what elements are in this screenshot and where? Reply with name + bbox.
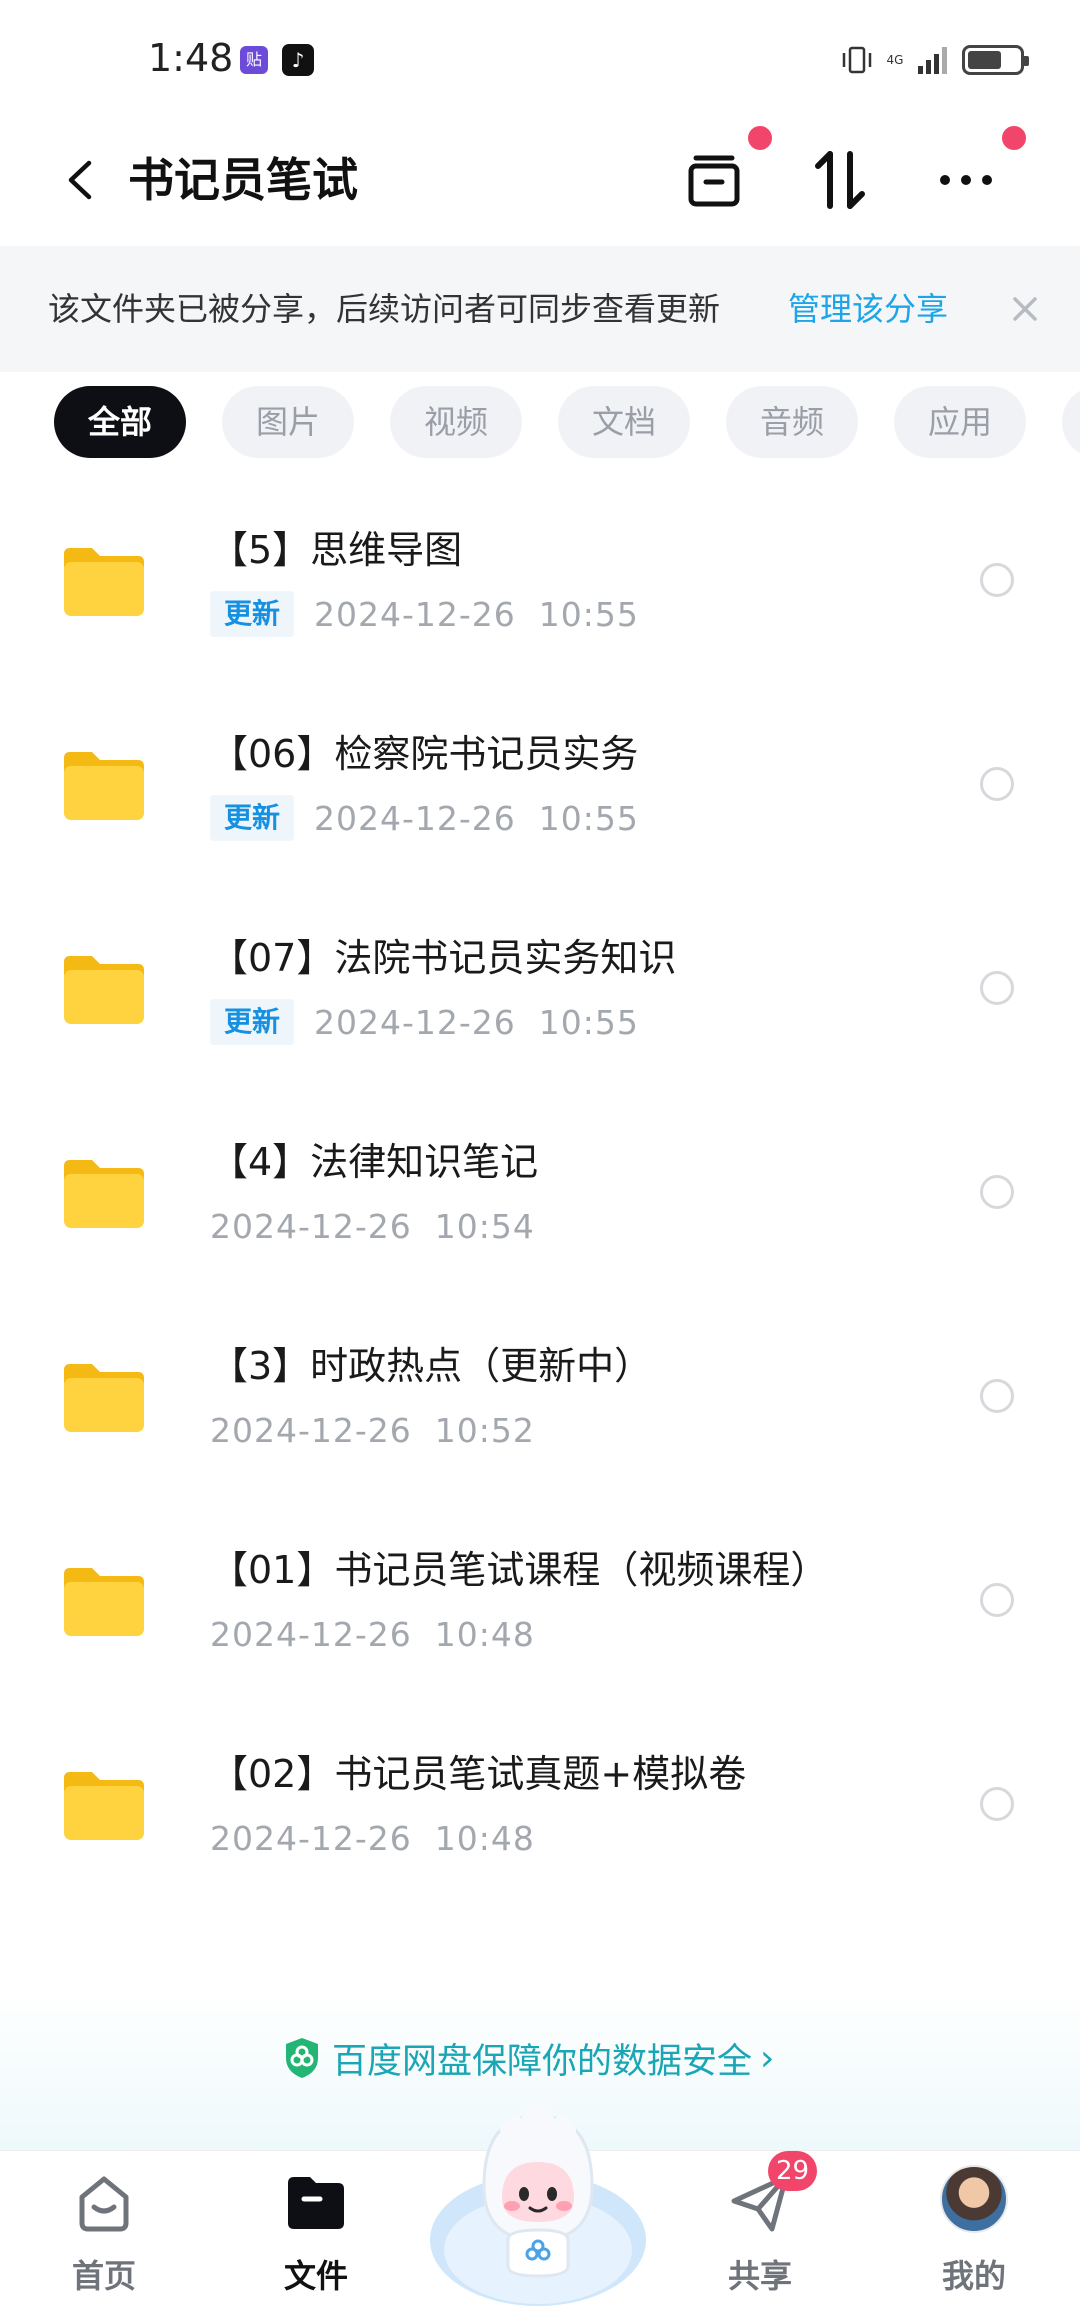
file-time: 2024-12-26 10:54: [210, 1206, 535, 1246]
vibrate-icon: [842, 46, 872, 74]
folder-icon: [64, 1364, 144, 1432]
chevron-right-icon: ›: [760, 2037, 775, 2079]
file-name: 【4】法律知识笔记: [210, 1140, 539, 1184]
status-indicators: 4G: [840, 40, 1029, 80]
file-name: 【06】检察院书记员实务: [210, 732, 639, 776]
battery-icon: [962, 45, 1029, 75]
file-time: 2024-12-26 10:52: [210, 1410, 535, 1450]
back-button[interactable]: [48, 148, 112, 212]
file-time: 2024-12-26 10:48: [210, 1614, 535, 1654]
update-badge: 更新: [210, 795, 295, 841]
chip-more[interactable]: [1062, 386, 1080, 458]
page-title: 书记员笔试: [128, 153, 358, 207]
list-item[interactable]: 【02】书记员笔试真题+模拟卷 2024-12-26 10:48: [0, 1702, 1080, 1906]
list-item[interactable]: 【07】法院书记员实务知识 更新 2024-12-26 10:55: [0, 886, 1080, 1090]
file-list: 【5】思维导图 更新 2024-12-26 10:55 【06】检察院书记员实务…: [0, 478, 1080, 1906]
file-name: 【01】书记员笔试课程（视频课程）: [210, 1548, 829, 1592]
more-notification-dot: [1002, 126, 1026, 150]
assistant-mascot[interactable]: [428, 2090, 648, 2310]
tab-home[interactable]: 首页: [24, 2151, 184, 2310]
folder-icon: [64, 752, 144, 820]
folder-icon: [64, 548, 144, 616]
network-type: 4G: [886, 53, 904, 67]
folder-icon: [64, 1568, 144, 1636]
select-radio[interactable]: [980, 1787, 1014, 1821]
chip-apps[interactable]: 应用: [894, 386, 1026, 458]
share-banner-text: 该文件夹已被分享，后续访问者可同步查看更新: [48, 290, 721, 328]
file-meta: 更新 2024-12-26 10:55: [210, 590, 639, 638]
chip-documents[interactable]: 文档: [558, 386, 690, 458]
select-radio[interactable]: [980, 767, 1014, 801]
file-meta: 2024-12-26 10:48: [210, 1814, 535, 1862]
select-radio[interactable]: [980, 563, 1014, 597]
chip-all[interactable]: 全部: [54, 386, 186, 458]
more-button[interactable]: [928, 142, 1004, 218]
tab-home-label: 首页: [71, 2257, 136, 2295]
security-notice-content: 百度网盘保障你的数据安全 ›: [282, 2032, 774, 2084]
update-badge: 更新: [210, 999, 295, 1045]
file-name: 【07】法院书记员实务知识: [210, 936, 677, 980]
list-item[interactable]: 【06】检察院书记员实务 更新 2024-12-26 10:55: [0, 682, 1080, 886]
select-radio[interactable]: [980, 1379, 1014, 1413]
list-item[interactable]: 【01】书记员笔试课程（视频课程） 2024-12-26 10:48: [0, 1498, 1080, 1702]
file-time: 2024-12-26 10:55: [314, 594, 639, 634]
file-meta: 更新 2024-12-26 10:55: [210, 794, 639, 842]
folder-icon: [64, 1160, 144, 1228]
list-item[interactable]: 【5】思维导图 更新 2024-12-26 10:55: [0, 478, 1080, 682]
archive-notification-dot: [748, 126, 772, 150]
close-icon: [1013, 297, 1037, 321]
update-badge: 更新: [210, 591, 295, 637]
archive-button[interactable]: [676, 142, 752, 218]
avatar: [940, 2165, 1008, 2233]
back-arrow-icon: [68, 160, 92, 200]
select-radio[interactable]: [980, 1583, 1014, 1617]
file-meta: 更新 2024-12-26 10:55: [210, 998, 639, 1046]
file-name: 【3】时政热点（更新中）: [210, 1344, 653, 1388]
select-radio[interactable]: [980, 971, 1014, 1005]
select-radio[interactable]: [980, 1175, 1014, 1209]
battery-level: [968, 51, 1001, 69]
manage-share-link[interactable]: 管理该分享: [788, 246, 948, 372]
transfer-button[interactable]: [802, 142, 878, 218]
tab-share[interactable]: 29 共享: [680, 2151, 840, 2310]
folder-filled-icon: [288, 2177, 344, 2229]
status-time: 1:48: [148, 36, 234, 80]
tab-mine-label: 我的: [941, 2257, 1006, 2295]
file-time: 2024-12-26 10:55: [314, 798, 639, 838]
banner-close-button[interactable]: [1000, 284, 1050, 334]
shield-icon: [286, 2038, 318, 2078]
more-icon: [940, 175, 992, 185]
file-meta: 2024-12-26 10:54: [210, 1202, 535, 1250]
security-text: 百度网盘保障你的数据安全: [332, 2041, 753, 2082]
file-meta: 2024-12-26 10:48: [210, 1610, 535, 1658]
folder-icon: [64, 956, 144, 1024]
chip-videos[interactable]: 视频: [390, 386, 522, 458]
filter-chips: 全部 图片 视频 文档 音频 应用: [54, 386, 1080, 460]
file-time: 2024-12-26 10:48: [210, 1818, 535, 1858]
transfer-icon: [815, 151, 865, 209]
tab-files-label: 文件: [283, 2257, 348, 2295]
share-banner: 该文件夹已被分享，后续访问者可同步查看更新 管理该分享: [0, 246, 1080, 372]
archive-icon: [688, 155, 740, 207]
list-item[interactable]: 【3】时政热点（更新中） 2024-12-26 10:52: [0, 1294, 1080, 1498]
home-icon: [79, 2176, 129, 2232]
notification-app-icon: 贴: [240, 46, 268, 74]
file-meta: 2024-12-26 10:52: [210, 1406, 535, 1454]
tab-share-label: 共享: [727, 2257, 792, 2295]
status-bar: 1:48 贴 ♪ 4G: [0, 0, 1080, 120]
file-name: 【02】书记员笔试真题+模拟卷: [210, 1752, 747, 1796]
chip-audio[interactable]: 音频: [726, 386, 858, 458]
signal-icon: [918, 47, 947, 74]
chip-images[interactable]: 图片: [222, 386, 354, 458]
header: 书记员笔试: [0, 120, 1080, 246]
tab-files[interactable]: 文件: [236, 2151, 396, 2310]
tiktok-icon: ♪: [282, 44, 314, 76]
folder-icon: [64, 1772, 144, 1840]
share-count-badge: 29: [768, 2151, 818, 2191]
file-name: 【5】思维导图: [210, 528, 463, 572]
tab-mine[interactable]: 我的: [894, 2151, 1054, 2310]
list-item[interactable]: 【4】法律知识笔记 2024-12-26 10:54: [0, 1090, 1080, 1294]
file-time: 2024-12-26 10:55: [314, 1002, 639, 1042]
